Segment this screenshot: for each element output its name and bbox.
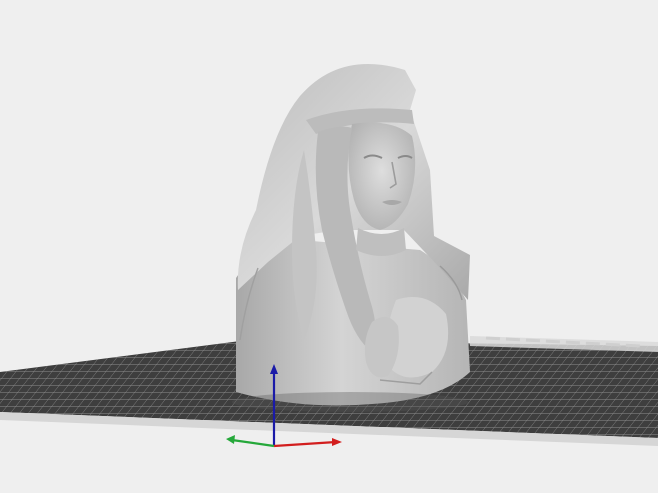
x-axis-arrow-icon — [332, 438, 342, 446]
model-shadow — [232, 392, 468, 412]
bust-model-icon[interactable] — [232, 63, 470, 412]
x-axis-icon — [273, 440, 337, 448]
y-axis-icon — [231, 438, 275, 448]
y-axis-arrow-icon — [226, 435, 235, 444]
scene-canvas[interactable] — [0, 0, 658, 493]
3d-viewport[interactable] — [0, 0, 658, 493]
model-collar — [356, 228, 406, 256]
